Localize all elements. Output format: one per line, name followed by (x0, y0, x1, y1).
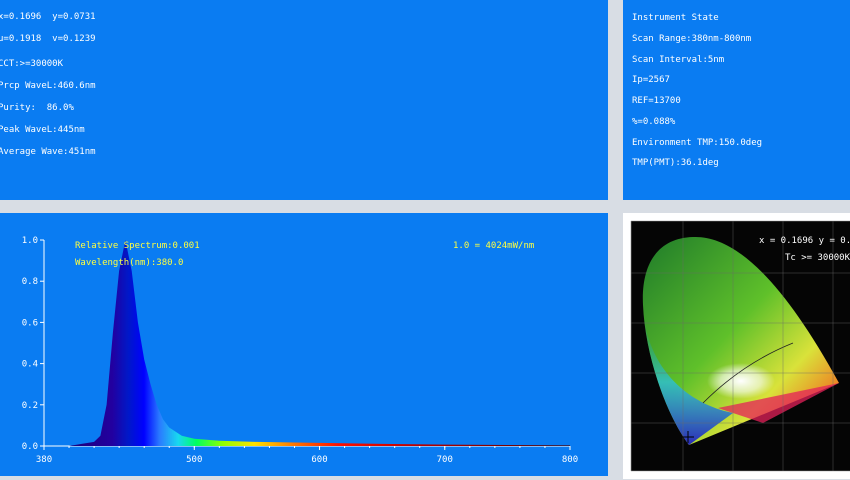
y-tick-label: 0.8 (22, 277, 38, 287)
result-line: Purity: 86.0% (0, 103, 74, 113)
result-line: CCT:>=30000K (0, 59, 64, 69)
instrument-state-line: Scan Range:380nm-800nm (632, 34, 752, 44)
relative-spectrum-label: Relative Spectrum:0.001 (75, 241, 200, 251)
instrument-state-line: Scan Interval:5nm (632, 55, 725, 65)
instrument-state-panel: Instrument State Scan Range:380nm-800nm S… (623, 0, 850, 200)
cie-coords-label: x = 0.1696 y = 0.0731 (759, 236, 850, 246)
result-line: Peak WaveL:445nm (0, 125, 85, 135)
cie-diagram: x = 0.1696 y = 0.0731 Tc >= 30000K (630, 220, 850, 472)
instrument-state-line: Ip=2567 (632, 75, 670, 85)
result-line: u=0.1918 v=0.1239 (0, 34, 96, 44)
instrument-state-title: Instrument State (632, 13, 719, 23)
y-tick-label: 0.6 (22, 318, 38, 328)
instrument-state-line: TMP(PMT):36.1deg (632, 158, 719, 168)
x-tick-label: 800 (562, 455, 578, 465)
x-tick-label: 700 (437, 455, 453, 465)
cie-diagram-panel: x = 0.1696 y = 0.0731 Tc >= 30000K (623, 213, 850, 479)
x-tick-label: 380 (36, 455, 52, 465)
cie-white-point (707, 363, 775, 399)
scale-label: 1.0 = 4024mW/nm (453, 241, 534, 251)
result-line: Prcp WaveL:460.6nm (0, 81, 96, 91)
x-tick-label: 500 (186, 455, 202, 465)
instrument-state-line: %=0.088% (632, 117, 676, 127)
result-line: Average Wave:451nm (0, 147, 96, 157)
instrument-state-line: Environment TMP:150.0deg (632, 138, 763, 148)
instrument-state-line: REF=13700 (632, 96, 681, 106)
wavelength-label: Wavelength(nm):380.0 (75, 258, 183, 268)
cie-tc-label: Tc >= 30000K (785, 253, 850, 263)
spectrum-chart: 0.0 0.2 0.4 0.6 0.8 1.0 380 500 600 700 800 Relati… (22, 236, 578, 465)
y-tick-label: 0.2 (22, 401, 38, 411)
x-tick-label: 600 (311, 455, 327, 465)
y-tick-label: 1.0 (22, 236, 38, 246)
spectrum-panel: 0.0 0.2 0.4 0.6 0.8 1.0 380 500 600 700 800 Relati… (0, 213, 608, 476)
y-tick-label: 0.4 (22, 360, 38, 370)
spectrum-curve (44, 240, 570, 446)
results-panel: x=0.1696 y=0.0731 u=0.1918 v=0.1239 CCT:>=… (0, 0, 608, 200)
y-tick-label: 0.0 (22, 442, 38, 452)
result-line: x=0.1696 y=0.0731 (0, 12, 96, 22)
